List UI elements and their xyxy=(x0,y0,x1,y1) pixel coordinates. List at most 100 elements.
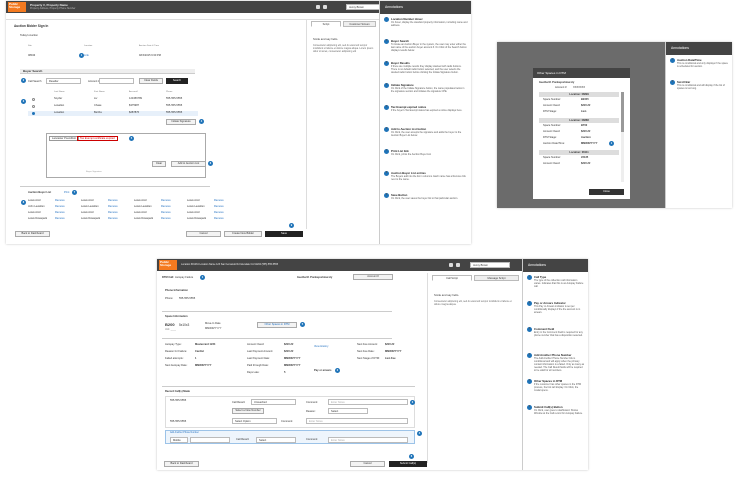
buyer-remove-link[interactable]: Remove xyxy=(108,211,118,214)
comment-input[interactable]: Enter Notes xyxy=(328,437,408,443)
buyer-remove-link[interactable]: Remove xyxy=(161,217,171,220)
modal-scrollbar[interactable] xyxy=(621,92,624,182)
bell-icon[interactable] xyxy=(449,263,453,267)
cancel-button[interactable]: Cancel xyxy=(350,461,385,467)
buyer-remove-link[interactable]: Remove xyxy=(161,205,171,208)
buyer-remove-link[interactable]: Remove xyxy=(214,211,224,214)
field-value: MM/DD/YYYY xyxy=(284,357,301,360)
save-button[interactable]: Save xyxy=(265,231,303,237)
result-radio[interactable] xyxy=(32,98,35,101)
buyer-list-name: Lewis Lewellen xyxy=(134,205,152,208)
other-spaces-link[interactable]: Other Spaces in DTM xyxy=(257,322,297,328)
result-radio[interactable] xyxy=(32,112,35,115)
annotation-item: 1 Auction Date/Time This is conditional an… xyxy=(670,58,729,68)
tab-customer-screen[interactable]: Customer Screen xyxy=(343,21,376,27)
buyer-remove-link[interactable]: Remove xyxy=(214,217,224,220)
reason-label: Reason: xyxy=(306,410,316,413)
clear-button[interactable]: Clear xyxy=(152,161,166,167)
buyer-remove-link[interactable]: Remove xyxy=(55,199,65,202)
tab-call-script[interactable]: Call Script xyxy=(432,275,472,281)
submit-calls-button[interactable]: Submit Call(s) xyxy=(389,461,427,467)
print-list-link[interactable]: Print xyxy=(64,191,69,194)
user-dropdown[interactable]: Jenny Brown xyxy=(470,262,510,268)
buyer-remove-link[interactable]: Remove xyxy=(214,199,224,202)
cell-location-link[interactable]: Link xyxy=(84,54,89,57)
annotation-item: 9 Save Button On Click, the user saves the… xyxy=(384,193,468,200)
tab-script[interactable]: Script xyxy=(311,21,341,27)
annotation-item: 2 Scroll Bar This is conditional and will … xyxy=(670,80,729,90)
annotation-text: On Click, the user saves the buyer list … xyxy=(391,197,458,200)
buyer-remove-link[interactable]: Remove xyxy=(108,199,118,202)
back-to-dashboard-button[interactable]: Back to Dashboard xyxy=(15,231,50,237)
cancel-button[interactable]: Cancel xyxy=(186,231,221,237)
modal-field-value: MM/DD/YYYY xyxy=(581,142,598,145)
result-row[interactable]: Lewellen Chase $375987 555-555-5555 xyxy=(28,104,198,109)
phone-value: 555-555-5555 xyxy=(179,297,196,300)
annotation-text: On Click, the user accepts the signature… xyxy=(391,131,462,137)
record-calls-title: Record Call(s) Made xyxy=(165,390,190,393)
comment-input[interactable]: Enter Notes xyxy=(328,399,408,405)
buyer-remove-link[interactable]: Remove xyxy=(161,199,171,202)
select-option[interactable]: Select Option xyxy=(232,418,277,424)
modal-close-button[interactable]: Close xyxy=(589,189,624,195)
signature-box[interactable]: Lancaster Poundfoot Tax Exempt certifica… xyxy=(46,133,206,178)
comment-label: Comment: xyxy=(281,420,293,423)
modal-field-value: B700 xyxy=(581,124,588,127)
annotation-marker-6: 6 xyxy=(208,161,213,166)
space-info-title: Space Information xyxy=(165,315,188,318)
field-label: Last Payment Amount: xyxy=(247,350,274,353)
result-radio[interactable] xyxy=(32,105,35,108)
add-phone-number-link[interactable]: Add Another Phone Number xyxy=(170,432,199,434)
annotation-marker-6: 6 xyxy=(409,454,414,459)
pay-arrears-indicator: Pay or arrears xyxy=(314,369,332,372)
annotations-panel-bottom: Annotations 1 Call Type The type of the co… xyxy=(522,259,588,470)
phone-type-select[interactable]: Mobile xyxy=(170,437,188,443)
buyer-remove-link[interactable]: Remove xyxy=(108,205,118,208)
buyer-list-name: Lewis Dowapark xyxy=(187,217,207,220)
buyer-remove-link[interactable]: Remove xyxy=(55,211,65,214)
user-icon[interactable] xyxy=(323,5,327,9)
result-row[interactable]: Lewellen Bertha $287876 555-555-5555 xyxy=(28,111,198,116)
bell-icon[interactable] xyxy=(316,5,320,9)
annotation-item: 7 Print List link On Click, prints the Auc… xyxy=(384,149,468,156)
result-row[interactable]: Snyder Liv 123456789 555-555-5555 xyxy=(28,97,198,102)
field-label: Next Autopay Date: xyxy=(165,364,188,367)
initiate-signature-button[interactable]: Initiate Signature xyxy=(166,119,196,125)
clear-fields-button[interactable]: Clear Fields xyxy=(139,78,163,84)
buyer-remove-link[interactable]: Remove xyxy=(214,205,224,208)
comment-input[interactable]: Enter Notes xyxy=(306,418,408,424)
buyer-remove-link[interactable]: Remove xyxy=(161,211,171,214)
modal-field-value: $###.## xyxy=(581,130,591,133)
field-label: Next Fee Amount: xyxy=(357,343,378,346)
annotation-text: Entry in the Comment Field is required f… xyxy=(534,331,583,337)
other-spaces-frame: Other Spaces in DTM Geetha M. Ponkayeshm… xyxy=(497,42,732,208)
back-to-dashboard-button[interactable]: Back to Dashboard xyxy=(164,461,199,467)
select-new-number-button[interactable]: Select a New Number xyxy=(232,408,264,414)
result-col-account: Account# xyxy=(129,91,139,93)
call-result-select[interactable]: Unreached xyxy=(251,399,296,405)
autopay-fields: Autopay Type: Mastercard 1234 Reason for F… xyxy=(165,343,235,373)
add-to-auction-list-button[interactable]: Add to Auction List xyxy=(171,161,206,167)
modal-customer: Geetha M. Ponkayeshmeroly xyxy=(539,81,575,84)
annotations-panel-modal: Annotations 1 Auction Date/Time This is co… xyxy=(665,42,732,208)
move-in-label: Move-In Date xyxy=(205,322,221,325)
new-phone-input[interactable] xyxy=(190,437,230,443)
call-search-input[interactable]: Reseller xyxy=(46,78,81,84)
create-new-bidder-button[interactable]: Create New Bidder xyxy=(224,231,262,237)
annotation-text: On Click, prints the Auction Buyer List xyxy=(391,153,431,156)
buyer-remove-link[interactable]: Remove xyxy=(55,205,65,208)
field-label: Next Stage of DTM: xyxy=(357,357,380,360)
account-input[interactable] xyxy=(99,78,134,84)
tab-message-script[interactable]: Message Script xyxy=(474,275,519,281)
annotation-number: 4 xyxy=(384,83,389,88)
call-result-select[interactable]: Select xyxy=(256,437,296,443)
view-history-link[interactable]: View History xyxy=(314,345,328,348)
reason-select[interactable]: Select xyxy=(328,408,368,414)
search-button[interactable]: Search xyxy=(166,78,188,84)
field-value: Mastercard 1234 xyxy=(195,343,216,346)
user-icon[interactable] xyxy=(456,263,460,267)
buyer-remove-link[interactable]: Remove xyxy=(55,217,65,220)
buyer-list-name: John Lewellen xyxy=(28,205,45,208)
buyer-remove-link[interactable]: Remove xyxy=(108,217,118,220)
script-lorem: Consectetur adipiscing elit, sed do eius… xyxy=(434,300,512,306)
